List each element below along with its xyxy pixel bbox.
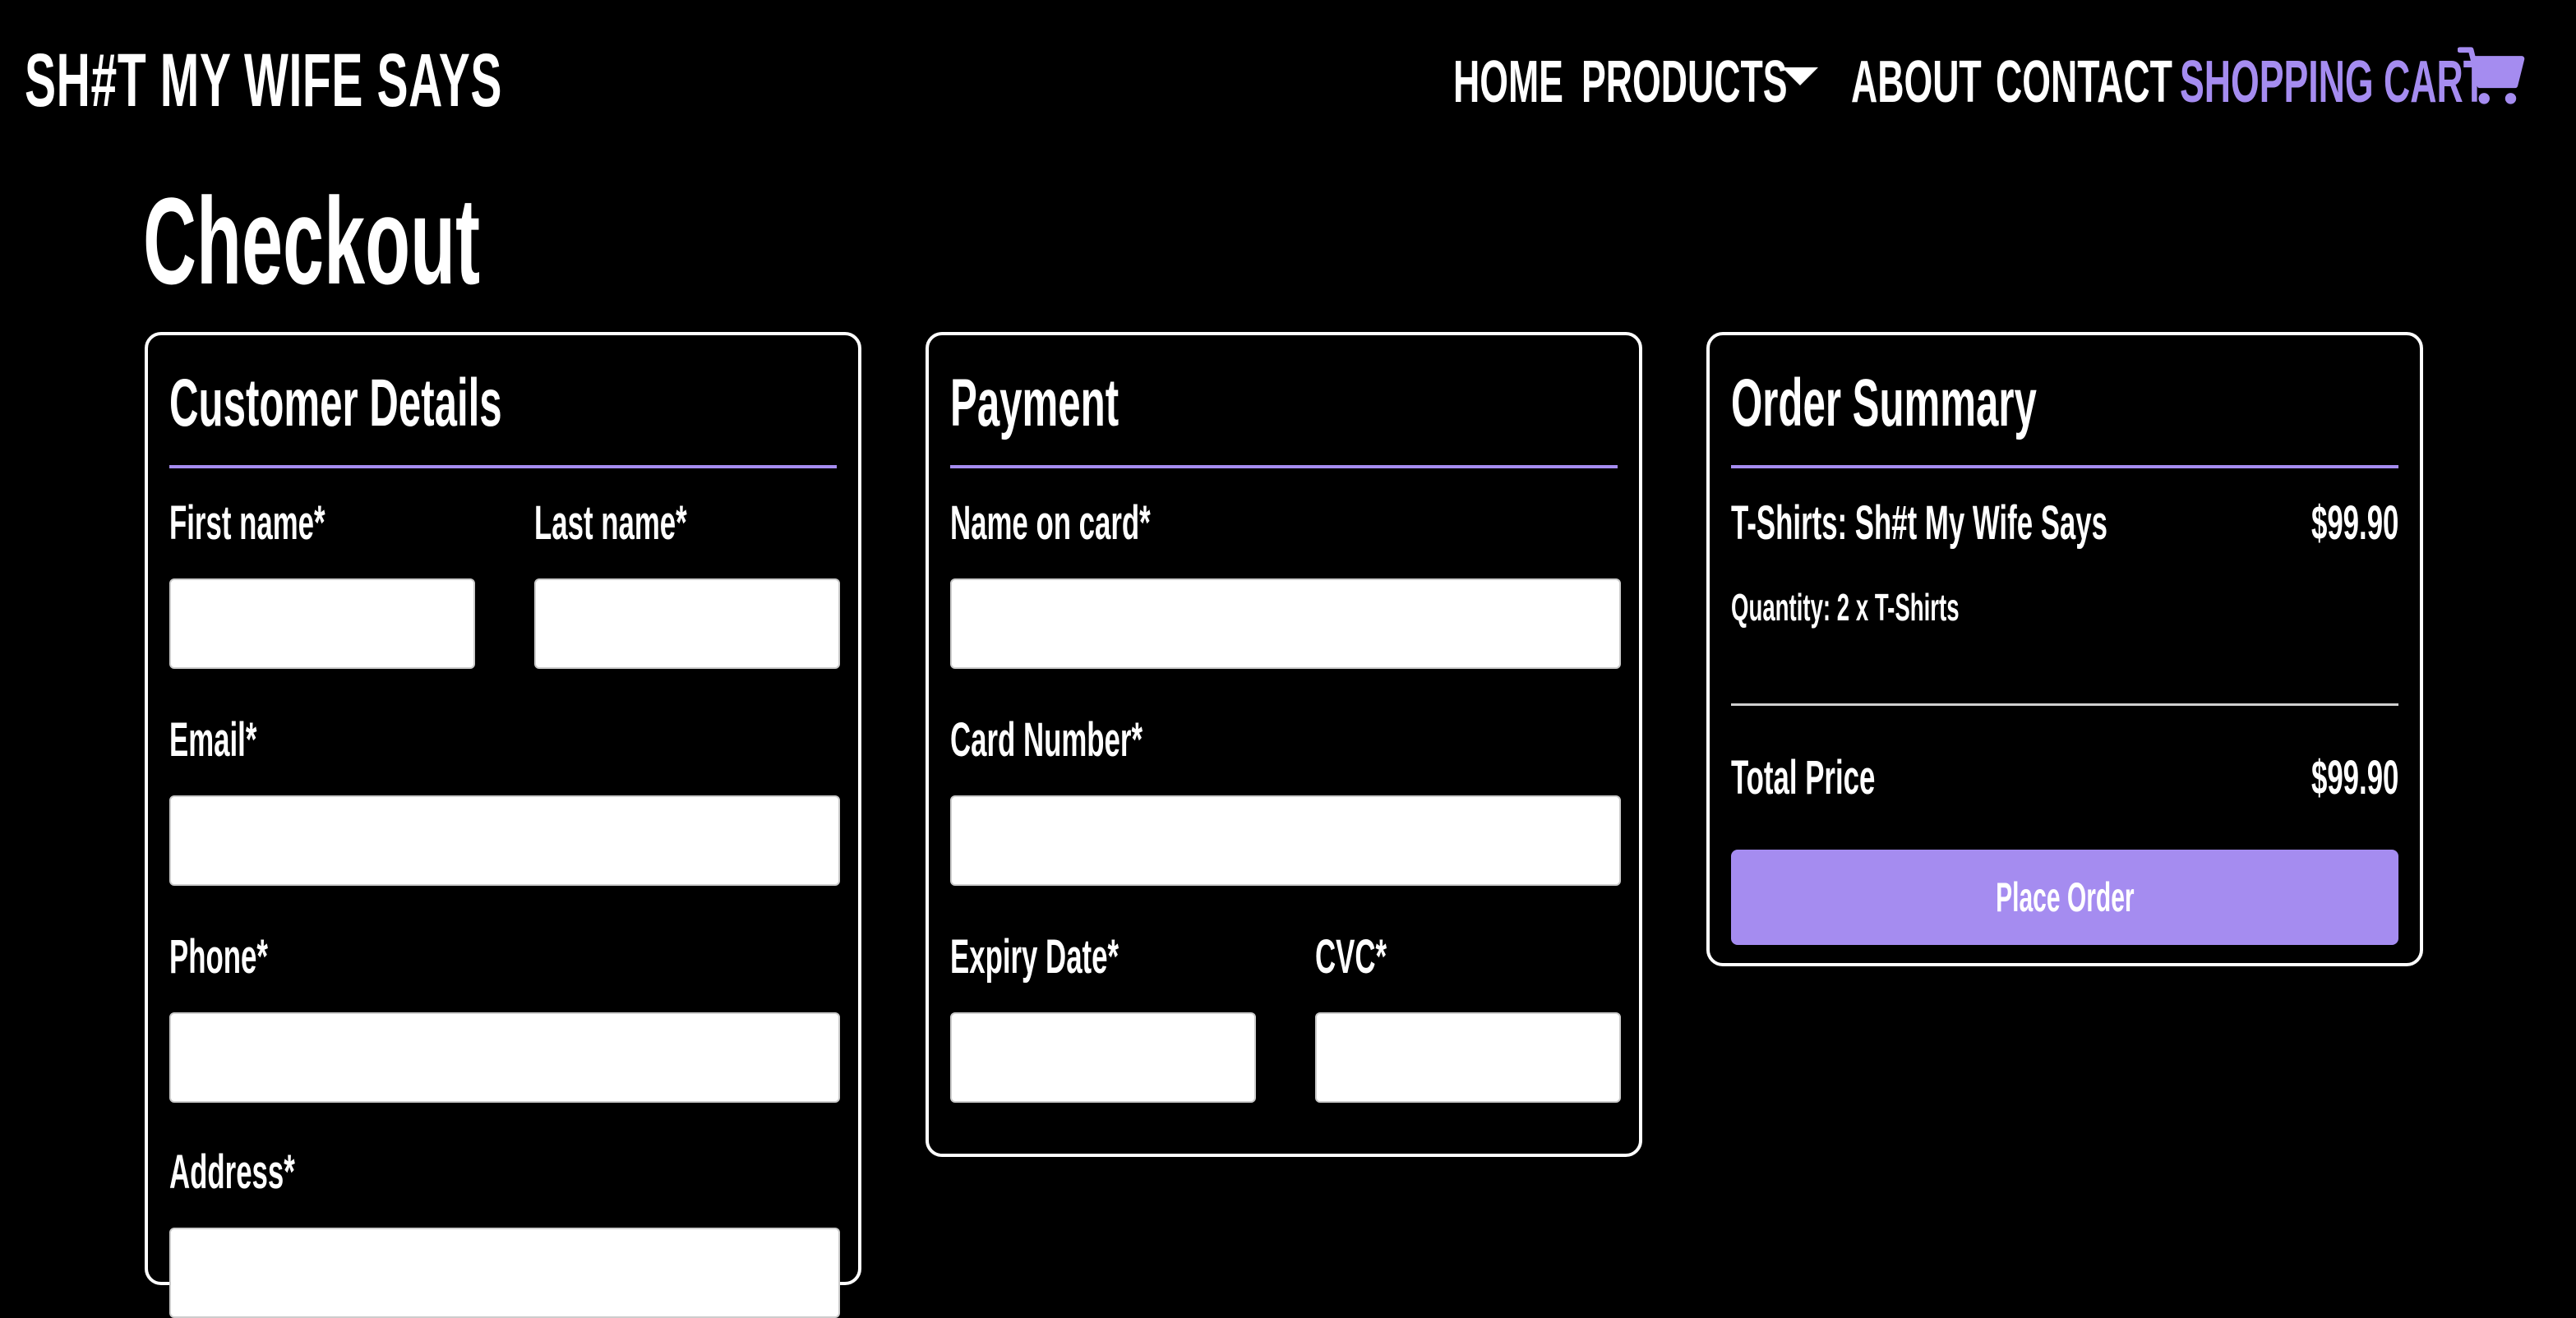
phone-label: Phone* — [169, 930, 268, 984]
summary-divider — [1731, 703, 2398, 706]
name-on-card-label: Name on card* — [950, 496, 1151, 550]
payment-title: Payment — [950, 366, 1119, 440]
order-item-price: $99.90 — [2311, 496, 2398, 550]
order-item-name: T-Shirts: Sh#t My Wife Says — [1731, 496, 2107, 550]
first-name-field[interactable] — [169, 578, 475, 669]
customer-details-panel: Customer Details First name* Last name* … — [145, 332, 861, 1318]
card-number-field[interactable] — [950, 795, 1621, 886]
payment-panel: Payment Name on card* Card Number* Expir… — [926, 332, 1642, 1157]
name-on-card-field[interactable] — [950, 578, 1621, 669]
cvc-label: CVC* — [1315, 930, 1387, 984]
chevron-down-icon[interactable] — [1782, 67, 1818, 85]
last-name-label: Last name* — [534, 496, 687, 550]
address-field[interactable] — [169, 1228, 840, 1318]
order-summary-title: Order Summary — [1731, 366, 2037, 440]
nav-products[interactable]: PRODUCTS — [1581, 43, 1787, 122]
section-divider — [950, 465, 1618, 468]
place-order-label: Place Order — [1995, 874, 2135, 920]
expiry-date-label: Expiry Date* — [950, 930, 1119, 984]
page-title: Checkout — [143, 172, 481, 310]
section-divider — [1731, 465, 2398, 468]
customer-details-title: Customer Details — [169, 366, 502, 440]
place-order-button[interactable]: Place Order — [1731, 850, 2398, 945]
nav-contact[interactable]: CONTACT — [1996, 43, 2172, 122]
shopping-cart-icon[interactable] — [2458, 41, 2528, 112]
order-summary-panel: Order Summary T-Shirts: Sh#t My Wife Say… — [1706, 332, 2423, 966]
section-divider — [169, 465, 837, 468]
main-nav: HOME PRODUCTS ABOUT CONTACT SHOPPING CAR… — [0, 43, 2576, 122]
nav-shopping-cart[interactable]: SHOPPING CART — [2180, 43, 2486, 122]
cvc-field[interactable] — [1315, 1012, 1621, 1103]
address-label: Address* — [169, 1145, 295, 1199]
expiry-date-field[interactable] — [950, 1012, 1256, 1103]
first-name-label: First name* — [169, 496, 325, 550]
total-price-label: Total Price — [1731, 751, 1876, 804]
last-name-field[interactable] — [534, 578, 840, 669]
card-number-label: Card Number* — [950, 713, 1143, 767]
phone-field[interactable] — [169, 1012, 840, 1103]
email-field[interactable] — [169, 795, 840, 886]
order-quantity: Quantity: 2 x T-Shirts — [1731, 586, 1960, 629]
email-label: Email* — [169, 713, 257, 767]
nav-about[interactable]: ABOUT — [1851, 43, 1982, 122]
total-price-value: $99.90 — [2311, 751, 2398, 804]
nav-home[interactable]: HOME — [1453, 43, 1563, 122]
